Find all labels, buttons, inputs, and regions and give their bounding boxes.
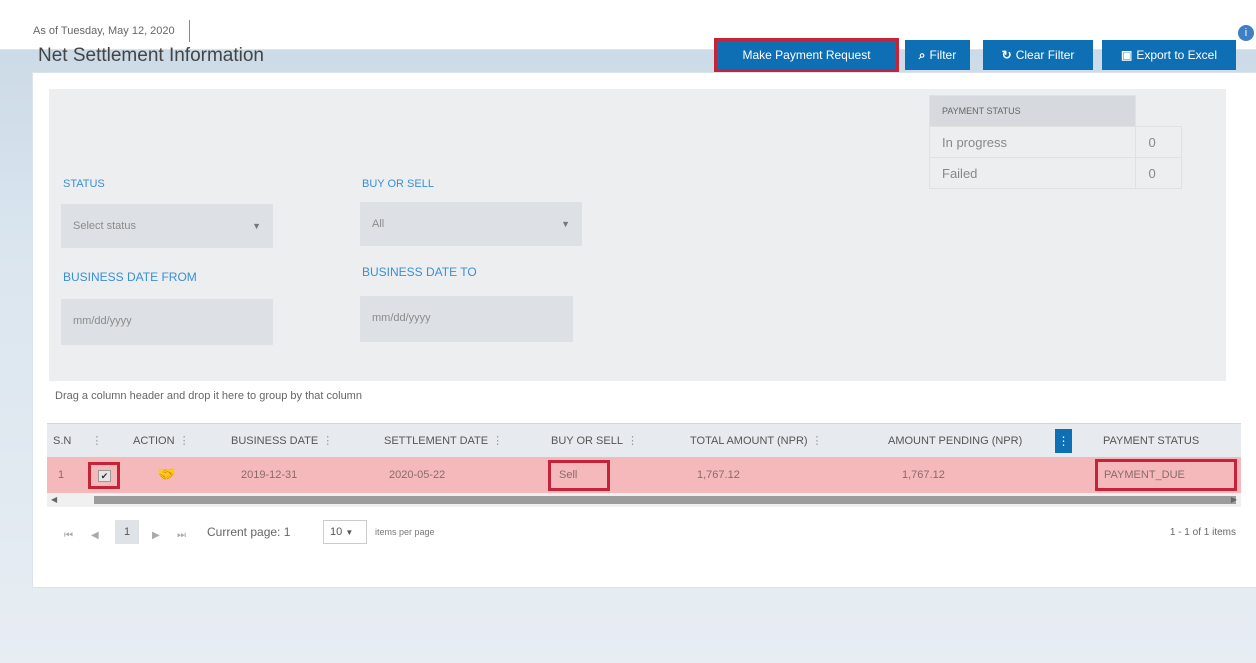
items-per-page-label: items per page	[375, 527, 435, 537]
chevron-down-icon: ▼	[252, 221, 261, 231]
cell-payment-status: PAYMENT_DUE	[1095, 459, 1237, 491]
next-page-icon[interactable]: ▶	[152, 530, 160, 541]
cell-buy-or-sell: Sell	[548, 460, 610, 491]
cell-amount-pending: 1,767.12	[902, 469, 945, 481]
business-date-from-input[interactable]: mm/dd/yyyy	[61, 299, 273, 345]
current-page-text: Current page: 1	[207, 525, 291, 539]
scroll-left-icon[interactable]: ◀	[51, 493, 57, 507]
grid-pager: ⏮ ◀ 1 ▶ ⏭ Current page: 1 10 ▼ items per…	[47, 520, 1241, 556]
date-to-label: BUSINESS DATE TO	[362, 265, 477, 279]
column-menu-icon[interactable]: ⋮	[322, 435, 333, 447]
pager-summary: 1 - 1 of 1 items	[1169, 527, 1236, 538]
make-payment-request-button[interactable]: Make Payment Request	[714, 38, 899, 72]
search-icon: ⌕	[918, 48, 926, 62]
payment-status-header: PAYMENT STATUS	[928, 95, 1137, 127]
check-icon: ✔	[98, 470, 111, 482]
status-failed-label: Failed	[928, 157, 1137, 189]
column-menu-icon-active[interactable]: ⋮	[1055, 429, 1072, 453]
column-menu-icon[interactable]: ⋮	[492, 435, 503, 447]
business-date-to-input[interactable]: mm/dd/yyyy	[360, 296, 573, 342]
grid-header: S.N ⋮ ACTION ⋮ BUSINESS DATE ⋮ SETTLEMENT D…	[47, 423, 1241, 457]
page-title: Net Settlement Information	[38, 45, 264, 66]
status-select-value: Select status	[73, 220, 136, 232]
column-header-amount-pending[interactable]: AMOUNT PENDING (NPR)	[888, 424, 1022, 458]
cell-settlement-date: 2020-05-22	[389, 469, 446, 481]
page-size-value: 10	[330, 526, 343, 538]
cell-total-amount: 1,767.12	[697, 469, 740, 481]
status-failed-count: 0	[1135, 157, 1182, 189]
column-menu-icon[interactable]: ⋮	[627, 435, 638, 447]
column-header-sn[interactable]: S.N ⋮	[53, 424, 102, 458]
filter-button[interactable]: ⌕ Filter	[905, 40, 970, 70]
buy-sell-label: BUY OR SELL	[362, 178, 434, 190]
clear-filter-label: Clear Filter	[1015, 48, 1075, 62]
buy-sell-select[interactable]: All ▼	[360, 202, 582, 246]
clear-filter-button[interactable]: ↻ Clear Filter	[983, 40, 1093, 70]
column-header-action[interactable]: ACTION ⋮	[133, 424, 190, 458]
column-header-total-amount[interactable]: TOTAL AMOUNT (NPR) ⋮	[690, 424, 823, 458]
handshake-icon[interactable]: 🤝	[157, 457, 176, 493]
payment-status-summary: PAYMENT STATUS In progress 0 Failed 0	[928, 95, 1182, 189]
column-header-payment-status[interactable]: PAYMENT STATUS	[1103, 424, 1199, 458]
excel-icon: ▣	[1120, 48, 1133, 62]
group-by-hint: Drag a column header and drop it here to…	[55, 390, 362, 402]
status-select[interactable]: Select status ▼	[61, 204, 273, 248]
chevron-down-icon: ▼	[345, 528, 354, 537]
page-size-select[interactable]: 10 ▼	[323, 520, 367, 544]
scrollbar-thumb[interactable]	[94, 496, 1236, 504]
column-menu-icon[interactable]: ⋮	[812, 435, 823, 447]
cell-business-date: 2019-12-31	[241, 469, 298, 481]
export-label: Export to Excel	[1136, 48, 1218, 62]
buy-sell-select-value: All	[372, 218, 385, 230]
status-in-progress-count: 0	[1135, 126, 1182, 158]
scroll-right-icon[interactable]: ▶	[1231, 493, 1237, 507]
date-from-label: BUSINESS DATE FROM	[63, 270, 197, 284]
status-in-progress-label: In progress	[928, 126, 1137, 158]
column-menu-icon[interactable]: ⋮	[91, 435, 102, 447]
last-page-icon[interactable]: ⏭	[177, 530, 186, 541]
column-header-business-date[interactable]: BUSINESS DATE ⋮	[231, 424, 333, 458]
refresh-icon: ↻	[1001, 48, 1012, 62]
info-icon[interactable]: i	[1238, 25, 1254, 41]
column-menu-icon[interactable]: ⋮	[179, 435, 190, 447]
page-number-current[interactable]: 1	[115, 520, 139, 544]
chevron-down-icon: ▼	[561, 219, 570, 229]
filter-button-label: Filter	[929, 48, 957, 62]
column-header-settlement-date[interactable]: SETTLEMENT DATE ⋮	[384, 424, 503, 458]
cell-sn: 1	[58, 469, 65, 481]
table-row[interactable]: 1 ✔ 🤝 2019-12-31 2020-05-22 Sell 1,767.1…	[47, 457, 1241, 493]
row-select-checkbox[interactable]: ✔	[88, 462, 120, 489]
status-label: STATUS	[63, 178, 105, 190]
first-page-icon[interactable]: ⏮	[64, 530, 73, 541]
prev-page-icon[interactable]: ◀	[91, 530, 99, 541]
as-of-date: As of Tuesday, May 12, 2020	[33, 20, 190, 42]
column-header-buy-or-sell[interactable]: BUY OR SELL ⋮	[551, 424, 638, 458]
export-excel-button[interactable]: ▣ Export to Excel	[1102, 40, 1236, 70]
horizontal-scrollbar[interactable]: ◀ ▶	[47, 493, 1241, 507]
